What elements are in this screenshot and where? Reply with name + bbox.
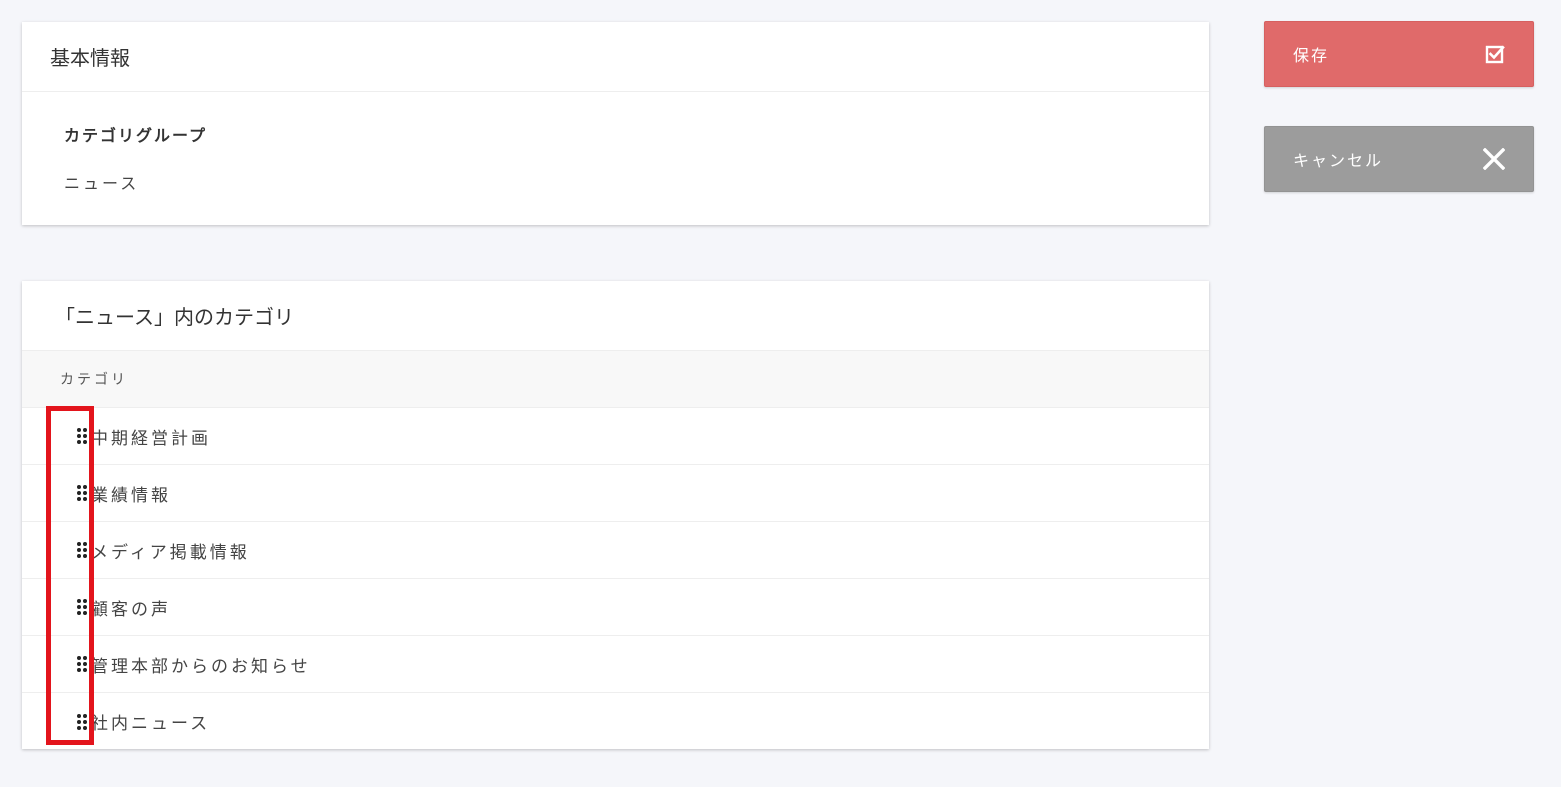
category-group-label: カテゴリグループ	[64, 126, 208, 145]
category-row-label: 管理本部からのお知らせ	[91, 656, 311, 677]
drag-handle-icon[interactable]	[22, 693, 91, 750]
close-icon	[1483, 148, 1505, 170]
basic-info-title: 基本情報	[22, 22, 1209, 92]
save-button-label: 保存	[1293, 46, 1330, 65]
category-row[interactable]: 社内ニュース	[22, 693, 1209, 750]
category-row-label: 顧客の声	[91, 599, 171, 620]
category-row-label: メディア掲載情報	[91, 542, 250, 563]
categories-card-title: 「ニュース」内のカテゴリ	[22, 281, 1209, 351]
category-row[interactable]: メディア掲載情報	[22, 522, 1209, 579]
category-row-label: 中期経営計画	[91, 428, 211, 449]
category-row[interactable]: 中期経営計画	[22, 408, 1209, 465]
checkbox-checked-icon	[1485, 44, 1505, 64]
cancel-button[interactable]: キャンセル	[1264, 126, 1534, 192]
category-row[interactable]: 顧客の声	[22, 579, 1209, 636]
category-row-label: 社内ニュース	[91, 714, 211, 734]
drag-handle-icon[interactable]	[22, 636, 91, 693]
category-row-label: 業績情報	[91, 485, 171, 506]
drag-handle-icon[interactable]	[22, 522, 91, 579]
category-column-header: カテゴリ	[22, 351, 1209, 408]
category-group-value: ニュース	[64, 174, 140, 193]
category-row[interactable]: 業績情報	[22, 465, 1209, 522]
drag-handle-icon[interactable]	[22, 408, 91, 465]
drag-handle-icon[interactable]	[22, 579, 91, 636]
category-row[interactable]: 管理本部からのお知らせ	[22, 636, 1209, 693]
basic-info-card: 基本情報 カテゴリグループ ニュース	[22, 22, 1209, 225]
cancel-button-label: キャンセル	[1293, 151, 1384, 170]
drag-handle-icon[interactable]	[22, 465, 91, 522]
categories-card: 「ニュース」内のカテゴリ カテゴリ 中期経営計画 業績情報 メディア掲載情報 顧…	[22, 281, 1209, 749]
save-button[interactable]: 保存	[1264, 21, 1534, 87]
